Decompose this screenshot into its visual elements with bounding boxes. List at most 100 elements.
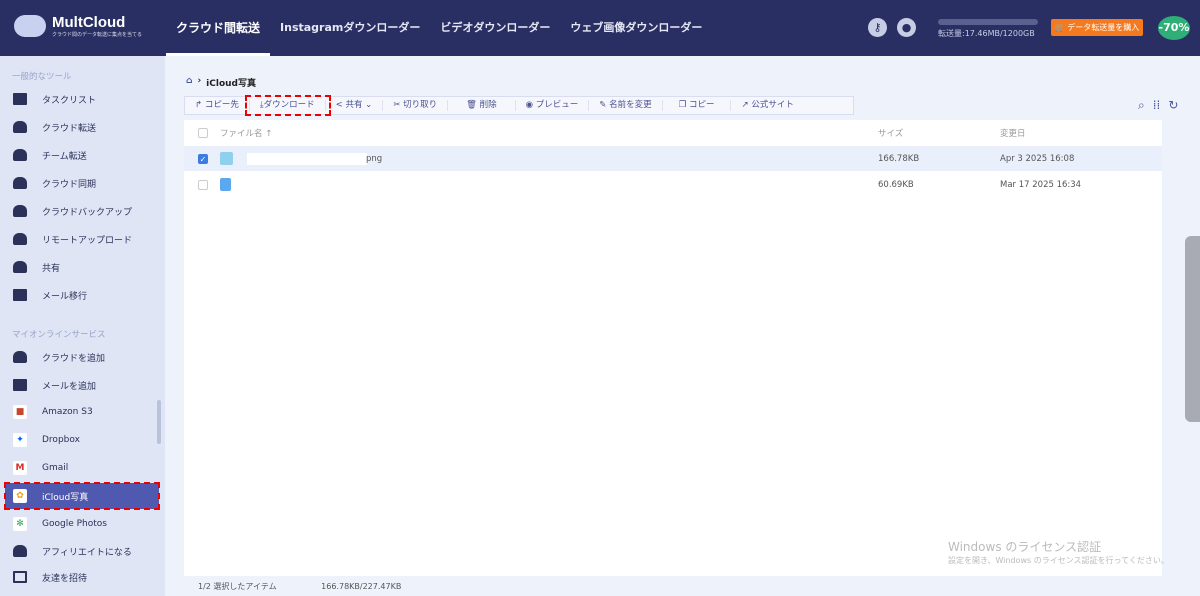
label: クラウド転送 [42, 123, 97, 134]
label: プレビュー [535, 100, 579, 110]
file-size: 60.69KB [878, 179, 914, 190]
grid-icon [13, 93, 27, 105]
label: 共有 [345, 100, 363, 110]
cloud-sync-icon [13, 177, 27, 189]
refresh-icon[interactable]: ↻ [1168, 98, 1178, 113]
sidebar-item-gmail[interactable]: M Gmail [5, 455, 159, 481]
label: Dropbox [42, 435, 80, 445]
label: Amazon S3 [42, 407, 93, 417]
usage-bar [938, 19, 1038, 25]
nav-instagram[interactable]: Instagramダウンローダー [270, 0, 430, 56]
grid-view-icon[interactable]: ⁞⁞ [1153, 98, 1161, 113]
breadcrumb-current: iCloud写真 [206, 79, 256, 89]
buy-button[interactable]: 🛒 データ転送量を購入 [1051, 19, 1143, 36]
file-icon [220, 178, 231, 191]
label: リモートアップロード [42, 235, 133, 246]
sidebar: 一般的なツール タスクリスト クラウド転送 チーム転送 クラウド同期 クラウドバ… [0, 56, 165, 596]
cloud-add-icon [13, 351, 27, 363]
sidebar-item-affiliate[interactable]: アフィリエイトになる [5, 538, 159, 564]
sidebar-item-share[interactable]: 共有 [5, 254, 159, 280]
selected-size: 166.78KB/227.47KB [321, 582, 402, 591]
select-all-checkbox[interactable] [198, 127, 208, 138]
sidebar-item-team-transfer[interactable]: チーム転送 [5, 142, 159, 168]
sidebar-item-google-photos[interactable]: ✻ Google Photos [5, 511, 159, 537]
sidebar-item-cloud-sync[interactable]: クラウド同期 [5, 170, 159, 196]
row-checkbox[interactable]: ✓ [198, 153, 208, 164]
amazon-s3-icon: ■ [13, 405, 27, 419]
key-icon[interactable]: ⚷ [868, 18, 887, 37]
cloud-icon [13, 149, 27, 161]
label: 名前を変更 [609, 100, 652, 110]
label: 切り取り [403, 100, 438, 110]
copy-to-button[interactable]: ↱ コピー先 [185, 100, 250, 111]
section-tools: 一般的なツール [12, 72, 72, 82]
rename-button[interactable]: ✎ 名前を変更 [589, 100, 663, 111]
mail-add-icon [13, 379, 27, 391]
cut-button[interactable]: ✂ 切り取り [383, 100, 449, 111]
file-list: ファイル名 ↑ サイズ 変更日 ✓ png 166.78KB Apr 3 202… [184, 120, 1162, 576]
label: 友達を招待 [42, 573, 88, 584]
cloud-logo-icon [14, 15, 46, 37]
usage-text: 転送量:17.46MB/1200GB [938, 29, 1035, 38]
label: iCloud写真 [42, 492, 89, 503]
breadcrumb: ⌂ › iCloud写真 [186, 76, 256, 89]
dropbox-icon: ✦ [13, 433, 27, 447]
toolbar: ↱ コピー先 ⤓ダウンロード < 共有 ⌄ ✂ 切り取り 🗑 削除 ◉ プレビュ… [184, 95, 854, 116]
sidebar-item-add-cloud[interactable]: クラウドを追加 [5, 344, 159, 370]
share-button[interactable]: < 共有 ⌄ [326, 100, 384, 111]
floating-side-panel[interactable] [1185, 236, 1200, 422]
user-icon[interactable]: ● [897, 18, 916, 37]
col-date[interactable]: 変更日 [1000, 127, 1026, 139]
preview-button[interactable]: ◉ プレビュー [516, 100, 590, 111]
icloud-photos-icon: ✿ [13, 489, 27, 503]
sidebar-item-add-mail[interactable]: メールを追加 [5, 372, 159, 398]
label: アフィリエイトになる [42, 547, 132, 558]
sidebar-item-cloud-backup[interactable]: クラウドバックアップ [5, 198, 159, 224]
nav-cloud-transfer[interactable]: クラウド間転送 [166, 0, 271, 56]
sidebar-item-amazon-s3[interactable]: ■ Amazon S3 [5, 399, 159, 425]
sidebar-item-tasklist[interactable]: タスクリスト [5, 86, 159, 112]
sidebar-item-cloud-transfer[interactable]: クラウド転送 [5, 114, 159, 140]
discount-badge[interactable]: -70% [1158, 16, 1190, 40]
label: クラウドバックアップ [42, 207, 133, 218]
cloud-share-icon [13, 261, 27, 273]
table-row[interactable]: 60.69KB Mar 17 2025 16:34 [184, 172, 1162, 197]
logo[interactable]: MultCloud クラウド間のデータ転送に集点を当てる [14, 14, 142, 38]
redacted-name [247, 152, 367, 165]
external-link-icon [13, 571, 27, 583]
buy-label: データ転送量を購入 [1067, 23, 1140, 32]
label: ファイル名 [220, 128, 263, 139]
label: コピー [688, 100, 715, 110]
home-icon[interactable]: ⌂ [186, 76, 192, 89]
section-services: マイオンラインサービス [12, 330, 106, 340]
label: コピー先 [204, 100, 239, 110]
sidebar-item-remote-upload[interactable]: リモートアップロード [5, 226, 159, 252]
download-button[interactable]: ⤓ダウンロード [244, 95, 331, 116]
table-row[interactable]: ✓ png 166.78KB Apr 3 2025 16:08 [184, 146, 1162, 171]
search-icon[interactable]: ⌕ [1138, 98, 1145, 113]
label: チーム転送 [42, 151, 87, 162]
copy-button[interactable]: ❐ コピー [663, 100, 732, 111]
gmail-icon: M [13, 461, 27, 475]
label: クラウドを追加 [42, 353, 106, 364]
row-checkbox[interactable] [198, 179, 208, 190]
label: Gmail [42, 463, 69, 473]
status-bar: 1/2 選択したアイテム 166.78KB/227.47KB [198, 581, 401, 592]
sidebar-item-invite[interactable]: 友達を招待 [5, 564, 159, 590]
cloud-upload-icon [13, 233, 27, 245]
delete-button[interactable]: 🗑 削除 [448, 100, 516, 111]
file-size: 166.78KB [878, 153, 920, 164]
official-site-button[interactable]: ↗ 公式サイト [731, 100, 803, 111]
table-header: ファイル名 ↑ サイズ 変更日 [184, 120, 1162, 145]
sidebar-item-icloud-photos[interactable]: ✿ iCloud写真 [4, 482, 160, 510]
nav-web-image[interactable]: ウェブ画像ダウンローダー [560, 0, 712, 56]
sidebar-item-mail-migration[interactable]: メール移行 [5, 282, 159, 308]
col-name[interactable]: ファイル名 ↑ [220, 127, 272, 139]
nav-video[interactable]: ビデオダウンローダー [430, 0, 560, 56]
watermark-title: Windows のライセンス認証 [948, 540, 1102, 554]
col-size[interactable]: サイズ [878, 127, 903, 139]
label: タスクリスト [42, 95, 97, 106]
sidebar-item-dropbox[interactable]: ✦ Dropbox [5, 427, 159, 453]
sidebar-scrollbar[interactable] [157, 400, 161, 444]
label: メール移行 [42, 291, 88, 302]
